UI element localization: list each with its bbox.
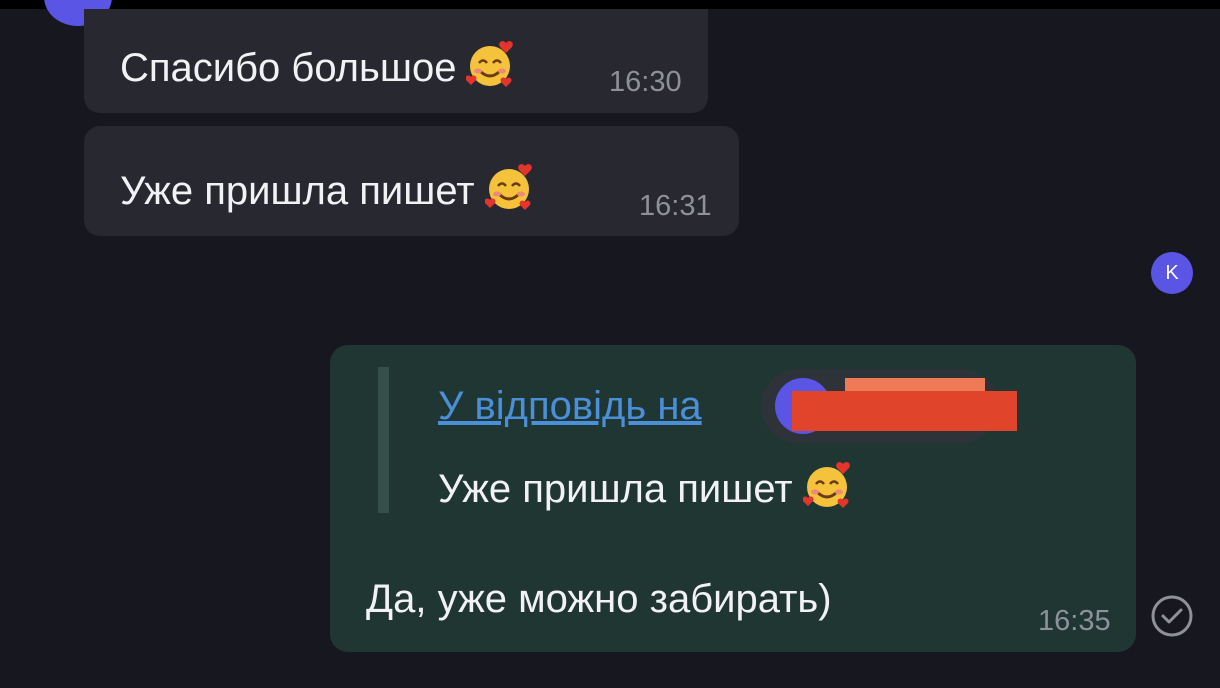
chat-view: Спасибо большое 16:30 Уже пришла пишет 1…: [0, 0, 1220, 688]
incoming-message[interactable]: Уже пришла пишет 16:31: [84, 126, 739, 236]
incoming-message[interactable]: Спасибо большое 16:30: [84, 9, 708, 113]
smiling-face-with-hearts-icon: [465, 39, 516, 99]
quoted-text-row: Уже пришла пишет: [438, 460, 853, 520]
reply-link[interactable]: У відповідь на: [438, 384, 702, 429]
redaction-mark: [845, 378, 985, 392]
message-text-row: Спасибо большое: [120, 39, 516, 99]
message-text: Уже пришла пишет: [120, 169, 475, 213]
sender-badge[interactable]: K: [1151, 252, 1193, 294]
message-text: Да, уже можно забирать): [366, 577, 832, 621]
outgoing-message[interactable]: У відповідь на Уже пришла пишет Да, уже …: [330, 345, 1136, 652]
message-text-row: Уже пришла пишет: [120, 162, 535, 222]
smiling-face-with-hearts-icon: [802, 460, 853, 520]
quoted-text: Уже пришла пишет: [438, 467, 793, 511]
check-circle-icon: [1150, 594, 1194, 638]
message-text: Спасибо большое: [120, 46, 457, 90]
message-time: 16:31: [639, 190, 712, 222]
quote-bar: [378, 367, 389, 513]
status-bar: [0, 0, 1220, 9]
message-time: 16:35: [1038, 605, 1111, 637]
smiling-face-with-hearts-icon: [484, 162, 535, 222]
redaction-mark: [792, 391, 1017, 431]
message-time: 16:30: [609, 66, 682, 98]
